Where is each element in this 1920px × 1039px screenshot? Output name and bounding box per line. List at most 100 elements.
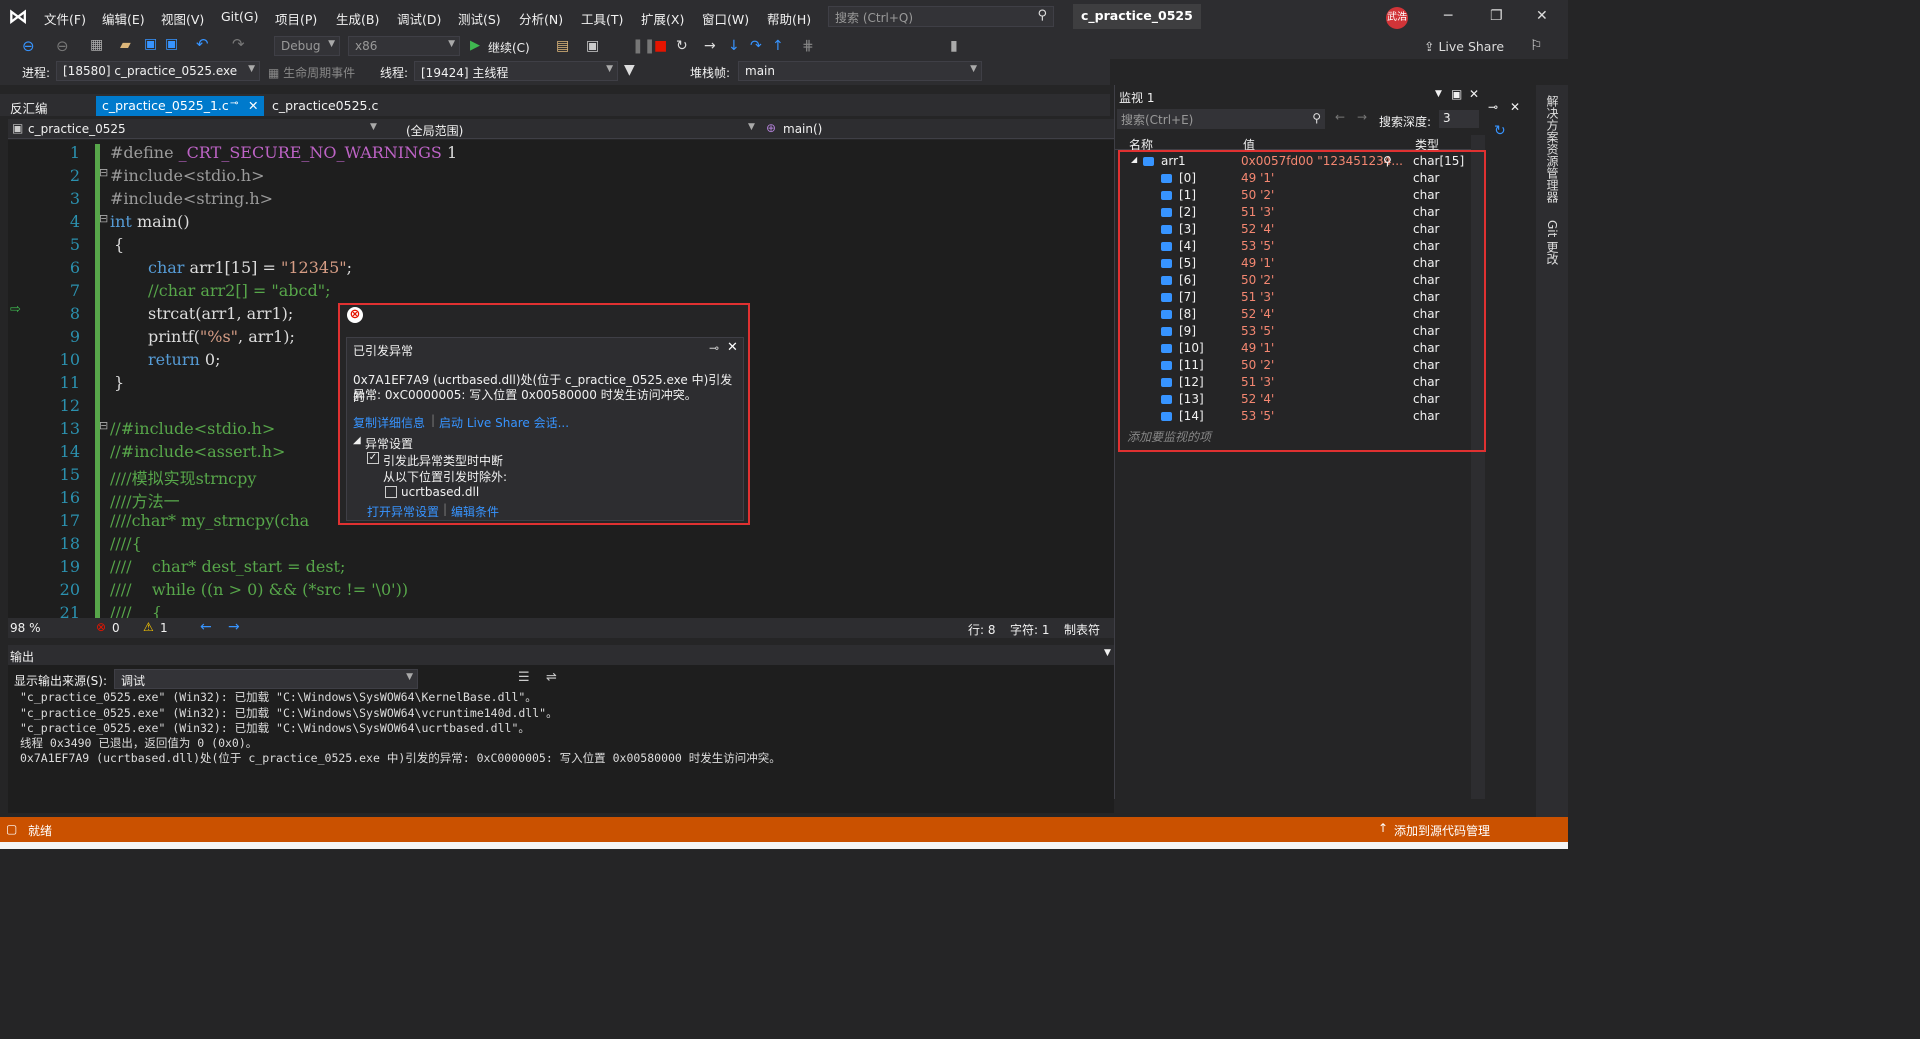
menu-extensions[interactable]: 扩展(X) bbox=[641, 9, 684, 28]
pause-icon[interactable]: ❚❚ bbox=[632, 38, 655, 54]
undo-icon[interactable]: ↶ bbox=[196, 35, 209, 53]
minimize-icon[interactable]: ─ bbox=[1444, 8, 1452, 24]
stack-frame-label: 堆栈帧: bbox=[690, 66, 731, 80]
tab-disassembly[interactable]: 反汇编 bbox=[4, 96, 54, 116]
lifecycle-events[interactable]: ▦ 生命周期事件 bbox=[268, 64, 355, 81]
menu-view[interactable]: 视图(V) bbox=[161, 9, 204, 28]
search-prev-icon[interactable]: ← bbox=[1335, 110, 1345, 124]
menu-file[interactable]: 文件(F) bbox=[44, 9, 86, 28]
save-all-icon[interactable]: ▣ bbox=[165, 36, 178, 52]
bookmark-icon[interactable]: ▮ bbox=[950, 38, 958, 54]
show-next-statement-icon[interactable]: → bbox=[704, 38, 716, 54]
clear-all-icon[interactable]: ☰ bbox=[518, 670, 530, 685]
pin-icon[interactable]: ⊸ bbox=[230, 98, 238, 109]
close-icon[interactable]: ✕ bbox=[1469, 87, 1479, 101]
menu-project[interactable]: 项目(P) bbox=[275, 9, 317, 28]
pin-icon[interactable]: ⊸ bbox=[1488, 100, 1498, 114]
menu-window[interactable]: 窗口(W) bbox=[702, 9, 749, 28]
warning-count[interactable]: 1 bbox=[160, 621, 168, 635]
global-search-input[interactable]: 搜索 (Ctrl+Q) ⚲ bbox=[828, 6, 1054, 27]
watch-search-input[interactable]: 搜索(Ctrl+E) ⚲ bbox=[1117, 109, 1325, 129]
chevron-down-icon[interactable]: ▼ bbox=[748, 122, 755, 132]
cursor-line: 行: 8 bbox=[968, 623, 996, 637]
stop-icon[interactable]: ■ bbox=[654, 38, 667, 54]
close-icon[interactable]: ✕ bbox=[1510, 100, 1520, 114]
project-dropdown[interactable]: c_practice_0525 bbox=[28, 122, 126, 136]
collapse-icon[interactable]: ⊟ bbox=[99, 212, 108, 225]
break-on-exception-checkbox[interactable]: ✓ bbox=[367, 452, 379, 464]
menu-test[interactable]: 测试(S) bbox=[458, 9, 501, 28]
ucrtbased-checkbox[interactable] bbox=[385, 486, 397, 498]
step-into-icon[interactable]: ↓ bbox=[728, 38, 740, 54]
error-count[interactable]: 0 bbox=[112, 621, 120, 635]
step-out-icon[interactable]: ↑ bbox=[772, 38, 784, 54]
maximize-icon[interactable]: ▣ bbox=[1451, 87, 1462, 101]
close-tab-icon[interactable]: ✕ bbox=[248, 98, 258, 113]
output-source-select[interactable]: 调试 ▼ bbox=[114, 669, 418, 689]
maximize-icon[interactable]: ❐ bbox=[1490, 8, 1503, 24]
line-number: 1 bbox=[69, 143, 80, 162]
scope-dropdown[interactable]: (全局范围) bbox=[406, 122, 463, 139]
restart-icon[interactable]: ↻ bbox=[676, 38, 688, 54]
live-share-button[interactable]: ⇪ Live Share bbox=[1424, 39, 1504, 54]
zoom-level[interactable]: 98 % bbox=[10, 621, 41, 635]
function-icon: ⊕ bbox=[766, 121, 777, 135]
search-depth-select[interactable]: 3 bbox=[1439, 110, 1479, 128]
next-issue-icon[interactable]: → bbox=[228, 619, 240, 635]
platform-select[interactable]: x86 ▼ bbox=[348, 36, 460, 56]
menu-debug[interactable]: 调试(D) bbox=[397, 9, 441, 28]
chevron-down-icon[interactable]: ▼ bbox=[1435, 89, 1442, 99]
indent-mode[interactable]: 制表符 bbox=[1064, 621, 1100, 638]
close-icon[interactable]: ✕ bbox=[727, 340, 738, 355]
attach-icon[interactable]: ▤ bbox=[556, 38, 569, 54]
menu-help[interactable]: 帮助(H) bbox=[767, 9, 811, 28]
feedback-icon[interactable]: ⚐ bbox=[1530, 38, 1543, 54]
config-select[interactable]: Debug ▼ bbox=[274, 36, 340, 56]
collapse-icon[interactable]: ⊟ bbox=[99, 419, 108, 432]
continue-icon[interactable]: ▶ bbox=[470, 38, 480, 53]
function-dropdown[interactable]: main() bbox=[783, 122, 822, 136]
menu-analyze[interactable]: 分析(N) bbox=[519, 9, 563, 28]
menu-edit[interactable]: 编辑(E) bbox=[102, 9, 145, 28]
tab-solution-explorer[interactable]: 解决方案资源管理器 bbox=[1544, 95, 1561, 203]
collapse-arrow-icon[interactable]: ◢ bbox=[353, 435, 361, 446]
avatar[interactable]: 武浩 bbox=[1386, 7, 1408, 29]
chevron-down-icon[interactable]: ▼ bbox=[1104, 648, 1111, 658]
add-to-source-control[interactable]: 添加到源代码管理 bbox=[1394, 822, 1490, 839]
process-select[interactable]: [18580] c_practice_0525.exe ▼ bbox=[56, 61, 260, 81]
copy-details-link[interactable]: 复制详细信息 bbox=[353, 414, 425, 431]
filter-icon[interactable]: ▼ bbox=[624, 62, 635, 78]
back-icon[interactable]: ⊖ bbox=[22, 37, 35, 55]
search-next-icon[interactable]: → bbox=[1357, 110, 1367, 124]
edit-conditions-link[interactable]: 编辑条件 bbox=[451, 503, 499, 520]
start-live-share-link[interactable]: 启动 Live Share 会话... bbox=[439, 414, 569, 431]
open-folder-icon[interactable]: ▰ bbox=[120, 37, 131, 53]
close-window-icon[interactable]: ✕ bbox=[1536, 8, 1548, 24]
refresh-icon[interactable]: ↻ bbox=[1494, 123, 1506, 139]
save-icon[interactable]: ▣ bbox=[144, 36, 157, 52]
menu-build[interactable]: 生成(B) bbox=[336, 9, 379, 28]
open-exception-settings-link[interactable]: 打开异常设置 bbox=[367, 503, 439, 520]
continue-button[interactable]: 继续(C) bbox=[488, 39, 530, 56]
menu-tools[interactable]: 工具(T) bbox=[581, 9, 623, 28]
collapse-icon[interactable]: ⊟ bbox=[99, 166, 108, 179]
forward-icon[interactable]: ⊖ bbox=[56, 37, 69, 55]
chevron-down-icon[interactable]: ▼ bbox=[370, 122, 377, 132]
screenshot-icon[interactable]: ▣ bbox=[586, 38, 599, 54]
redo-icon[interactable]: ↷ bbox=[232, 35, 245, 53]
current-statement-arrow-icon: ⇨ bbox=[10, 302, 21, 317]
step-over-icon[interactable]: ↷ bbox=[750, 38, 762, 54]
menu-git[interactable]: Git(G) bbox=[221, 9, 259, 24]
tab-c-practice0525[interactable]: c_practice0525.c bbox=[266, 96, 384, 116]
new-item-icon[interactable]: ▦ bbox=[90, 37, 103, 53]
word-wrap-icon[interactable]: ⇌ bbox=[546, 670, 557, 685]
tab-git-changes[interactable]: Git 更改 bbox=[1544, 220, 1561, 265]
stack-frame-select[interactable]: main ▼ bbox=[738, 61, 982, 81]
pin-icon[interactable]: ⊸ bbox=[709, 341, 719, 355]
code-line: //// char* dest_start = dest; bbox=[110, 557, 346, 576]
output-source-label: 显示输出来源(S): bbox=[14, 674, 108, 688]
hex-display-icon[interactable]: ⋕ bbox=[802, 38, 814, 54]
thread-select[interactable]: [19424] 主线程 ▼ bbox=[414, 61, 618, 81]
prev-issue-icon[interactable]: ← bbox=[200, 619, 212, 635]
tab-c-practice-0525-1[interactable]: c_practice_0525_1.c ⊸ ✕ bbox=[96, 96, 264, 116]
